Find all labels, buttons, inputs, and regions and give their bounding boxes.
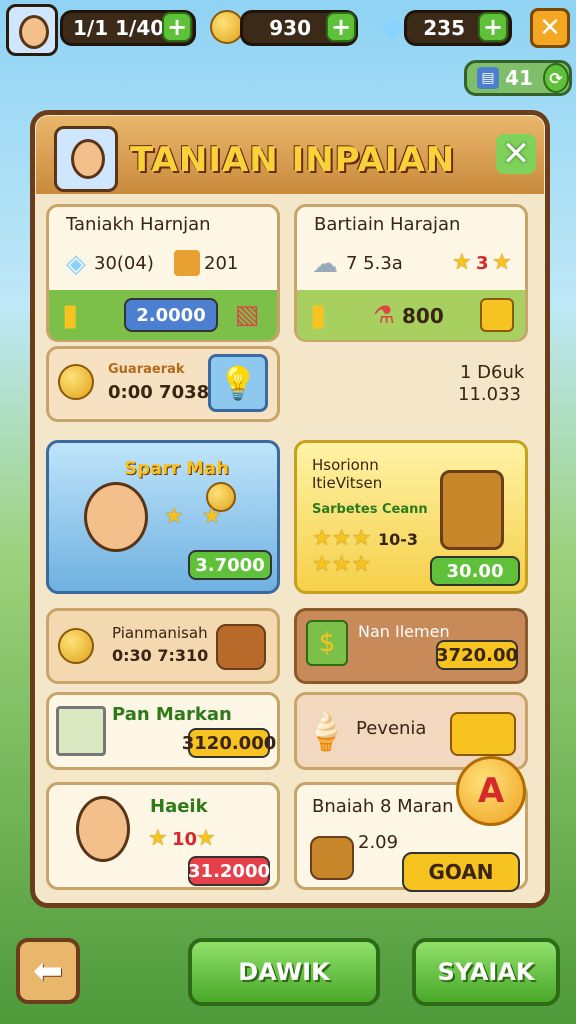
timer-right-title: 1 D6uk	[460, 362, 525, 383]
box-icon	[174, 250, 200, 276]
coins-value: 930	[269, 16, 311, 40]
cube-icon: ◈	[66, 249, 86, 279]
offer-2-price-text: 3720.00	[436, 644, 518, 666]
offer-5-price[interactable]: 31.2000	[188, 856, 270, 886]
timer-label: Guaraerak	[108, 362, 185, 377]
scroll-icon: ▧	[234, 300, 260, 330]
featured-card-1-price-text: 3.7000	[195, 554, 265, 576]
offer-6-button[interactable]: GOAN	[402, 852, 520, 892]
featured-card-1-title: Sparr Mah	[124, 458, 229, 479]
offer-6-value: 2.09	[358, 832, 399, 853]
offer-5-title: Haeik	[150, 796, 208, 817]
daily-card-1-stat2: 201	[204, 253, 239, 274]
player-avatar[interactable]	[6, 4, 58, 56]
daily-card-2-title: Bartiain Harajan	[314, 214, 461, 235]
bar-icon-2: ▮	[309, 297, 327, 333]
coin-icon	[210, 10, 244, 44]
character-icon	[71, 139, 105, 179]
daily-card-1-title: Taniakh Harnjan	[66, 214, 211, 235]
close-panel-button[interactable]: ✕	[496, 134, 536, 174]
timer-value: 0:00 7038	[108, 382, 210, 403]
daily-card-1-stat1: 30(04)	[94, 253, 154, 274]
offer-2-title: Nan Ilemen	[358, 622, 450, 641]
bar-icon: ▮	[61, 297, 79, 333]
offer-3-price[interactable]: 3120.000	[182, 728, 276, 758]
featured-card-2-sub: Sarbetes Ceann	[312, 502, 428, 517]
add-coins-button[interactable]: +	[326, 12, 356, 42]
offer-6-title: Bnaiah 8 Maran	[312, 796, 454, 817]
gems-value: 235	[423, 16, 465, 40]
panel-title: TANIAN INPAIAN	[130, 140, 456, 180]
offer-4-title: Pevenia	[356, 718, 427, 739]
star-icon: ★	[452, 250, 472, 275]
star-icon-offer-2: ★	[196, 826, 216, 851]
basket-icon	[216, 624, 266, 670]
painting-icon	[56, 706, 106, 756]
cloud-icon: ☁	[312, 249, 338, 279]
gift-box-icon: $	[306, 620, 348, 666]
daily-card-2-stars: 3	[476, 253, 489, 274]
gold-chest-icon	[450, 712, 516, 756]
featured-card-2-price[interactable]: 30.00	[430, 556, 520, 586]
coin-stack-icon	[58, 364, 94, 400]
add-level-button[interactable]: +	[162, 12, 192, 42]
daily-card-1-price[interactable]: 2.0000	[124, 298, 218, 332]
offer-1-title: Pianmanisah	[112, 624, 208, 642]
star-row-1: ★★★	[312, 526, 372, 551]
daily-card-2-stat1: 7 5.3a	[346, 253, 403, 274]
level-text: 1/1 1/40	[73, 16, 165, 40]
featured-card-2-title2: ItieVitsen	[312, 474, 383, 492]
footer-right-button[interactable]: SYAIAK	[412, 938, 560, 1006]
coin-pile-icon	[58, 628, 94, 664]
offer-6-button-text: GOAN	[428, 860, 494, 884]
star-icon-featured-1: ★	[164, 504, 184, 529]
achievement-badge-icon[interactable]: A	[456, 756, 526, 826]
tickets-value: 41	[505, 66, 533, 90]
featured-card-2-count: 10-3	[378, 530, 419, 549]
hero-character-icon	[84, 482, 148, 552]
offer-2-price[interactable]: 3720.00	[436, 640, 518, 670]
ticket-icon: ▤	[477, 67, 500, 89]
pot-icon	[310, 836, 354, 880]
offer-1-sub: 0:30 7:310	[112, 646, 209, 665]
featured-card-2-title1: Hsorionn	[312, 456, 379, 474]
title-avatar	[54, 126, 118, 192]
daily-card-2-price[interactable]: 800	[402, 304, 444, 328]
avatar-face-icon	[19, 15, 49, 49]
offer-5-price-text: 31.2000	[188, 860, 270, 882]
ice-cream-icon: 🍦	[303, 712, 349, 753]
add-gems-button[interactable]: +	[478, 12, 508, 42]
lightbulb-icon[interactable]: 💡	[208, 354, 268, 412]
treasure-barrel-icon	[440, 470, 504, 550]
star-icon-offer-1: ★	[148, 826, 168, 851]
potion-icon: ⚗	[373, 301, 395, 329]
farmer-character-icon	[76, 796, 130, 862]
footer-left-button[interactable]: DAWIK	[188, 938, 380, 1006]
footer-right-label: SYAIAK	[437, 958, 535, 986]
offer-3-title: Pan Markan	[112, 704, 232, 725]
offer-3-price-text: 3120.000	[181, 732, 277, 754]
back-button[interactable]: ⬅	[16, 938, 80, 1004]
star-row-2: ★★★	[312, 552, 372, 577]
gold-box-icon	[480, 298, 514, 332]
star-icon-2: ★	[492, 250, 512, 275]
close-icon[interactable]: ✕	[530, 8, 570, 48]
footer-left-label: DAWIK	[238, 958, 330, 986]
offer-5-count: 10	[172, 829, 198, 850]
featured-card-1-price[interactable]: 3.7000	[188, 550, 272, 580]
tickets-pill: ▤ 41 ⟳	[464, 60, 572, 96]
daily-card-1-price-text: 2.0000	[136, 304, 206, 326]
timer-right-value: 11.033	[458, 384, 521, 405]
featured-card-2-price-text: 30.00	[446, 560, 504, 582]
refresh-icon[interactable]: ⟳	[542, 63, 569, 93]
star-icon-featured-2: ★	[202, 504, 222, 529]
